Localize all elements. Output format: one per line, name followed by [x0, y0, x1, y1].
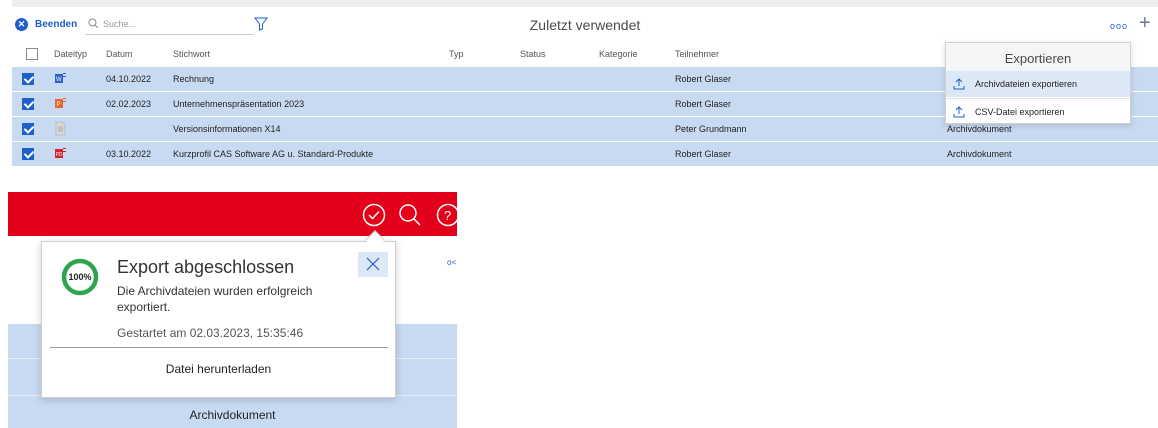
svg-text:P: P [57, 102, 61, 108]
row-participant: Robert Glaser [675, 74, 732, 84]
row-participant: Robert Glaser [675, 149, 732, 159]
row-extra: Archivdokument [947, 124, 1012, 134]
row-checkbox[interactable] [22, 148, 34, 160]
popup-title: Export abgeschlossen [117, 257, 295, 277]
word-doc-icon: W [55, 73, 66, 83]
close-button[interactable] [358, 252, 388, 277]
download-file-button[interactable]: Datei herunterladen [42, 349, 395, 389]
add-icon[interactable]: + [1139, 13, 1151, 33]
table-row[interactable]: PD 03.10.2022 Kurzprofil CAS Software AG… [12, 142, 1158, 166]
column-header-typ[interactable]: Typ [449, 49, 464, 59]
row-checkbox[interactable] [22, 123, 34, 135]
svg-text:PD: PD [56, 152, 63, 158]
export-complete-popup: 100% Export abgeschlossen Die Archivdate… [41, 241, 396, 398]
row-checkbox[interactable] [22, 73, 34, 85]
search-icon[interactable] [398, 203, 422, 227]
generic-doc-icon [55, 121, 66, 136]
upload-icon [953, 105, 965, 117]
row-participant: Peter Grundmann [675, 124, 747, 134]
svg-text:W: W [56, 77, 62, 83]
powerpoint-doc-icon: P [55, 98, 66, 108]
popup-start-time: Gestartet am 02.03.2023, 15:35:46 [117, 326, 304, 340]
end-button[interactable]: ✕ Beenden [15, 18, 77, 31]
app-header-bar [8, 192, 457, 236]
export-archive-files-label: Archivdateien exportieren [975, 79, 1078, 89]
row-participant: Robert Glaser [675, 99, 732, 109]
svg-text:?: ? [444, 208, 451, 223]
help-icon[interactable]: ? [436, 203, 457, 227]
filter-icon[interactable] [254, 17, 268, 31]
row-keyword: Kurzprofil CAS Software AG u. Standard-P… [173, 149, 374, 159]
row-date: 02.02.2023 [106, 99, 152, 109]
popup-message: Die Archivdateien wurden erfolgreich exp… [117, 284, 313, 314]
search-input[interactable] [103, 18, 243, 29]
export-menu-title: Exportieren [946, 43, 1130, 71]
column-header-kategorie[interactable]: Kategorie [599, 49, 638, 59]
column-header-stichwort[interactable]: Stichwort [173, 49, 210, 59]
close-icon [366, 257, 380, 271]
top-shadow [12, 0, 1158, 7]
row-date: 03.10.2022 [106, 149, 152, 159]
column-header-dateityp[interactable]: Dateityp [54, 49, 87, 59]
progress-ring: 100% [61, 258, 99, 296]
pdf-doc-icon: PD [55, 148, 66, 158]
progress-label: 100% [68, 272, 91, 282]
row-keyword: Versionsinformationen X14 [173, 124, 281, 134]
select-all-checkbox[interactable] [26, 48, 38, 60]
toolbar: ✕ Beenden Zuletzt verwendet ooo + [12, 9, 1158, 41]
checkmark-circle-icon[interactable] [362, 203, 386, 227]
list-item-label: Archivdokument [189, 408, 276, 422]
column-header-datum[interactable]: Datum [106, 49, 133, 59]
popup-divider [50, 347, 388, 348]
export-csv-item[interactable]: CSV-Datei exportieren [946, 98, 1130, 124]
export-menu: Exportieren Archivdateien exportieren CS… [945, 42, 1131, 124]
search-box [85, 13, 253, 35]
row-checkbox[interactable] [22, 98, 34, 110]
search-icon [88, 18, 99, 29]
export-archive-files-item[interactable]: Archivdateien exportieren [946, 71, 1130, 97]
more-options-icon[interactable]: o< [447, 258, 456, 267]
row-keyword: Unternehmenspräsentation 2023 [173, 99, 305, 109]
export-csv-label: CSV-Datei exportieren [975, 106, 1065, 117]
close-circle-icon: ✕ [15, 18, 28, 31]
column-header-teilnehmer[interactable]: Teilnehmer [675, 49, 719, 59]
row-date: 04.10.2022 [106, 74, 152, 84]
upload-icon [953, 78, 965, 90]
row-extra: Archivdokument [947, 149, 1012, 159]
more-options-icon[interactable]: ooo [1110, 21, 1128, 31]
end-button-label: Beenden [35, 19, 78, 30]
column-header-status[interactable]: Status [520, 49, 546, 59]
row-keyword: Rechnung [173, 74, 215, 84]
